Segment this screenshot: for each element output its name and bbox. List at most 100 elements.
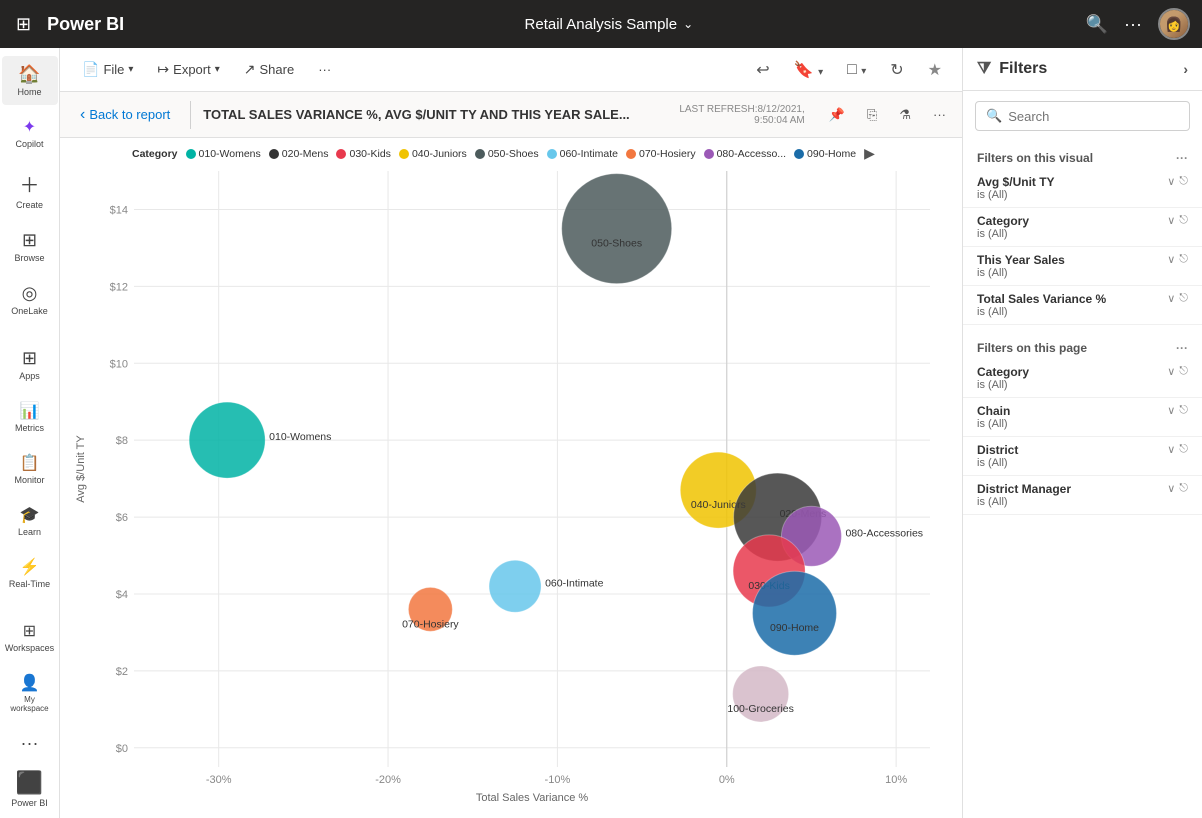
view-chevron: ▾ — [861, 66, 866, 77]
view-button[interactable]: □ ▾ — [839, 57, 874, 83]
filters-header: ⧩ Filters › — [963, 48, 1202, 91]
legend-item-kids: 030-Kids — [336, 148, 390, 160]
sidebar-item-onelake[interactable]: ◎ OneLake — [2, 275, 58, 324]
nav-search-icon[interactable]: 🔍 — [1086, 14, 1108, 35]
filter-this-year-clear[interactable]: ⎋ — [1179, 253, 1188, 266]
filter-district-manager-clear[interactable]: ⎋ — [1179, 482, 1188, 495]
nav-more-icon[interactable]: ··· — [1124, 14, 1142, 35]
share-icon: ↗ — [244, 61, 256, 78]
search-box[interactable]: 🔍 — [975, 101, 1190, 131]
pin-icon[interactable]: 📌 — [821, 103, 853, 127]
filter-district-clear[interactable]: ⎋ — [1179, 443, 1188, 456]
filter-this-year-sales[interactable]: This Year Sales is (All) ∨ ⎋ — [963, 247, 1202, 286]
filters-on-page-title: Filters on this page ··· — [963, 331, 1202, 359]
search-input[interactable] — [1008, 109, 1184, 124]
filters-on-visual-label: Filters on this visual — [977, 151, 1093, 165]
filter-category-visual[interactable]: Category is (All) ∨ ⎋ — [963, 208, 1202, 247]
refresh-button[interactable]: ↻ — [882, 56, 911, 84]
sidebar-item-realtime[interactable]: ⚡ Real-Time — [2, 549, 58, 597]
filters-panel: ⧩ Filters › 🔍 Filters on this visual ···… — [962, 48, 1202, 818]
main-layout: 🏠 Home ✦ Copilot ＋ Create ⊞ Browse ◎ One… — [0, 48, 1202, 818]
toolbar-more-button[interactable]: ··· — [308, 58, 341, 81]
filter-this-year-sales-left: This Year Sales is (All) — [977, 253, 1065, 279]
filter-district-manager[interactable]: District Manager is (All) ∨ ⎋ — [963, 476, 1202, 515]
filter-page-category-chevron[interactable]: ∨ — [1167, 365, 1175, 378]
visual-actions: 📌 ⎘ ⚗ ··· — [821, 103, 962, 127]
filter-chain-clear[interactable]: ⎋ — [1179, 404, 1188, 417]
filter-visual-icon[interactable]: ⚗ — [891, 103, 919, 127]
filter-total-sales-variance[interactable]: Total Sales Variance % is (All) ∨ ⎋ — [963, 286, 1202, 325]
filter-avg-unit-ty[interactable]: Avg $/Unit TY is (All) ∨ ⎋ — [963, 169, 1202, 208]
content-area: 📄 File ▾ ↦ Export ▾ ↗ Share ··· ↩ — [60, 48, 962, 818]
filters-expand-icon[interactable]: › — [1183, 61, 1188, 77]
sidebar-item-copilot[interactable]: ✦ Copilot — [2, 109, 58, 157]
filter-chain-right: ∨ ⎋ — [1167, 404, 1188, 417]
share-button[interactable]: ↗ Share — [234, 57, 304, 82]
filter-total-sales-clear[interactable]: ⎋ — [1179, 292, 1188, 305]
filter-chain-name: Chain — [977, 404, 1010, 418]
bubble-chart-svg: -30%-20%-10%0%10%$0$2$4$6$8$10$12$14Avg … — [72, 161, 950, 805]
sidebar-item-workspaces[interactable]: ⊞ Workspaces — [2, 613, 58, 661]
more-visual-icon[interactable]: ··· — [925, 103, 954, 127]
filter-category-visual-value: is (All) — [977, 228, 1029, 240]
avatar[interactable]: 👩 — [1158, 8, 1190, 40]
filter-chain[interactable]: Chain is (All) ∨ ⎋ — [963, 398, 1202, 437]
filters-on-page-more[interactable]: ··· — [1176, 341, 1188, 355]
filter-this-year-chevron[interactable]: ∨ — [1167, 253, 1175, 266]
filter-this-year-sales-name: This Year Sales — [977, 253, 1065, 267]
filter-chain-chevron[interactable]: ∨ — [1167, 404, 1175, 417]
sidebar-item-metrics[interactable]: 📊 Metrics — [2, 393, 58, 441]
sidebar-apps-label: Apps — [19, 371, 40, 381]
favorite-button[interactable]: ★ — [920, 56, 950, 84]
legend-label-kids: 030-Kids — [349, 148, 390, 160]
filters-on-visual-more[interactable]: ··· — [1176, 151, 1188, 165]
back-to-report-button[interactable]: ‹ Back to report — [72, 102, 178, 128]
sidebar-more-icon: ··· — [21, 733, 39, 754]
filter-avg-chevron[interactable]: ∨ — [1167, 175, 1175, 188]
favorite-icon: ★ — [928, 62, 942, 79]
sidebar-copilot-label: Copilot — [15, 139, 43, 149]
sidebar-item-home[interactable]: 🏠 Home — [2, 56, 58, 105]
undo-button[interactable]: ↩ — [748, 56, 777, 84]
sidebar-item-create[interactable]: ＋ Create — [2, 161, 58, 218]
sidebar-myworkspace-label: My workspace — [6, 695, 54, 713]
filter-avg-unit-ty-left: Avg $/Unit TY is (All) — [977, 175, 1055, 201]
sidebar-item-more[interactable]: ··· — [2, 725, 58, 762]
bookmark-button[interactable]: 🔖 ▾ — [786, 56, 831, 84]
svg-text:$14: $14 — [110, 204, 128, 216]
sidebar-item-browse[interactable]: ⊞ Browse — [2, 222, 58, 271]
avatar-image: 👩 — [1160, 10, 1188, 38]
back-arrow-icon: ‹ — [80, 106, 85, 124]
sidebar-item-apps[interactable]: ⊞ Apps — [2, 340, 58, 389]
filter-page-category[interactable]: Category is (All) ∨ ⎋ — [963, 359, 1202, 398]
legend-bar: Category 010-Womens 020-Mens 030-Kids 04… — [132, 146, 950, 161]
export-button[interactable]: ↦ Export ▾ — [147, 57, 229, 82]
sidebar-item-myworkspace[interactable]: 👤 My workspace — [2, 665, 58, 721]
filter-total-sales-chevron[interactable]: ∨ — [1167, 292, 1175, 305]
monitor-icon: 📋 — [20, 453, 40, 473]
filter-header-icon: ⧩ — [977, 60, 991, 78]
filter-district[interactable]: District is (All) ∨ ⎋ — [963, 437, 1202, 476]
filter-chain-value: is (All) — [977, 418, 1010, 430]
file-button[interactable]: 📄 File ▾ — [72, 57, 143, 82]
filter-category-visual-chevron[interactable]: ∨ — [1167, 214, 1175, 227]
sidebar-item-learn[interactable]: 🎓 Learn — [2, 497, 58, 545]
filter-category-visual-clear[interactable]: ⎋ — [1179, 214, 1188, 227]
filter-district-chevron[interactable]: ∨ — [1167, 443, 1175, 456]
copy-icon[interactable]: ⎘ — [859, 103, 885, 127]
filter-district-manager-chevron[interactable]: ∨ — [1167, 482, 1175, 495]
sidebar-item-monitor[interactable]: 📋 Monitor — [2, 445, 58, 493]
filter-page-category-clear[interactable]: ⎋ — [1179, 365, 1188, 378]
filters-title: Filters — [999, 60, 1047, 78]
filter-avg-clear[interactable]: ⎋ — [1179, 175, 1188, 188]
sidebar-item-powerbi[interactable]: ⬛ Power BI — [2, 762, 58, 816]
legend-more-icon[interactable]: ▶ — [864, 146, 875, 161]
svg-text:$2: $2 — [116, 666, 128, 678]
chart-container: -30%-20%-10%0%10%$0$2$4$6$8$10$12$14Avg … — [72, 161, 950, 810]
grid-icon[interactable]: ⊞ — [12, 10, 35, 39]
sidebar-browse-label: Browse — [14, 253, 44, 263]
legend-label-home: 090-Home — [807, 148, 856, 160]
legend-dot-intimate — [547, 149, 557, 159]
legend-item-home: 090-Home — [794, 148, 856, 160]
report-title-chevron[interactable]: ⌄ — [683, 17, 693, 31]
